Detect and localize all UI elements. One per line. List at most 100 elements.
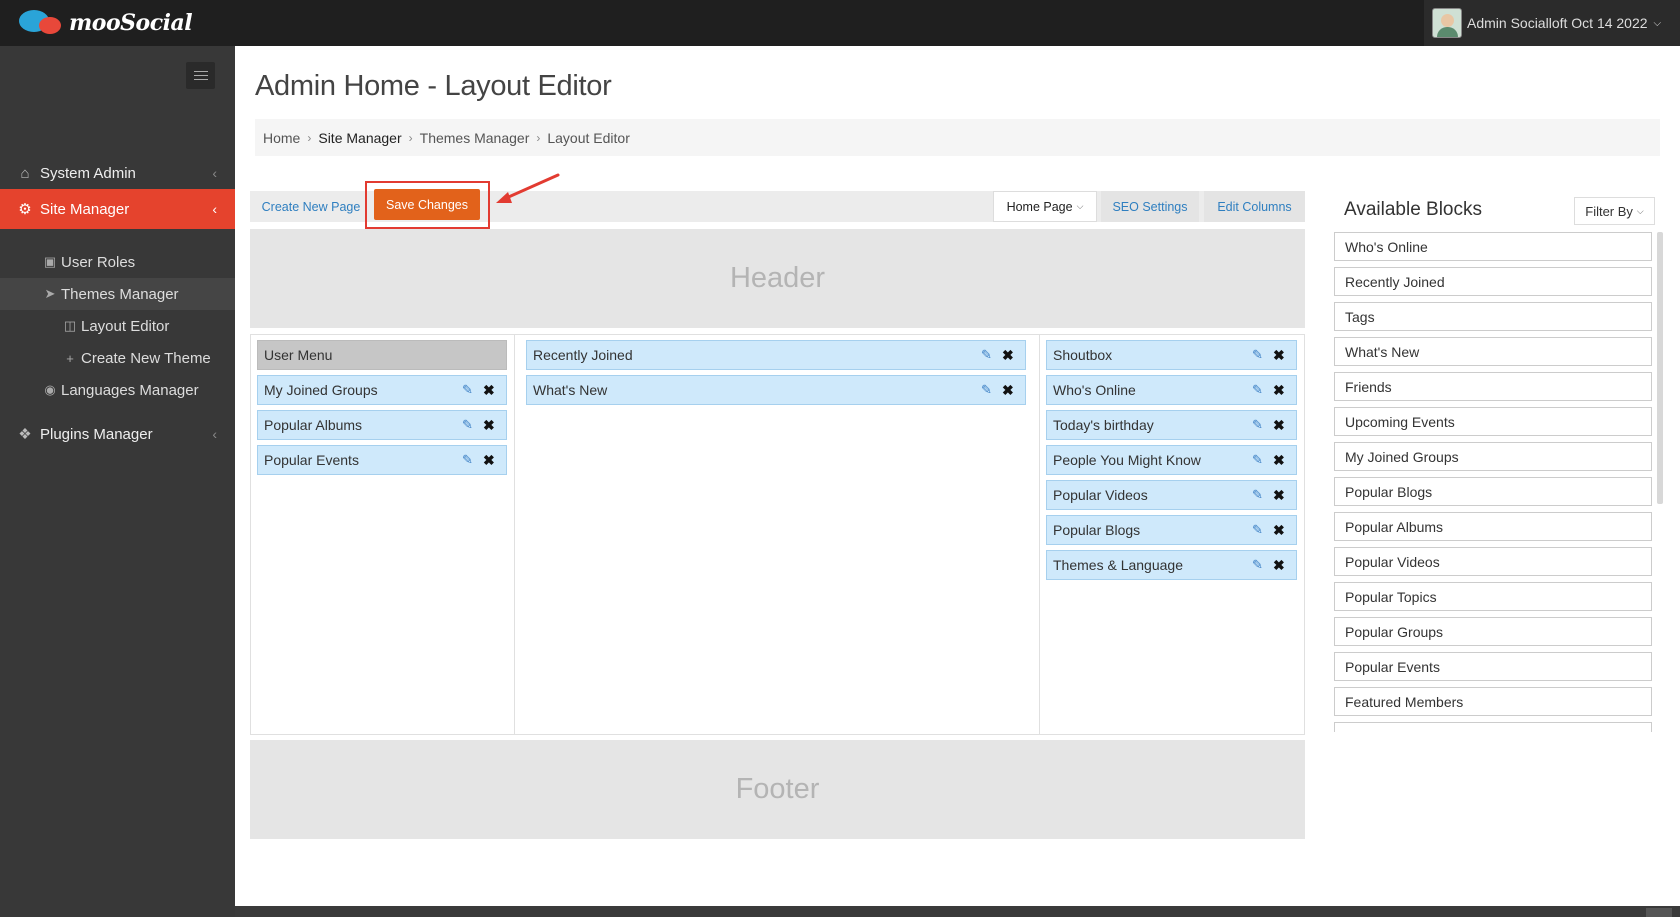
breadcrumb-layout-editor: Layout Editor xyxy=(547,129,630,146)
pencil-icon[interactable]: ✎ xyxy=(462,418,476,432)
layout-block[interactable]: Recently Joined ✎ ✖ xyxy=(526,340,1026,370)
breadcrumb-themes-manager[interactable]: Themes Manager xyxy=(420,130,530,146)
block-label: What's New xyxy=(533,382,608,398)
available-block[interactable]: What's New xyxy=(1334,337,1652,366)
sidebar-item-themes-manager[interactable]: ➤ Themes Manager xyxy=(0,278,235,310)
sidebar-item-create-new-theme[interactable]: + Create New Theme xyxy=(0,342,235,374)
pencil-icon[interactable]: ✎ xyxy=(1252,418,1266,432)
pencil-icon[interactable]: ✎ xyxy=(981,348,995,362)
edit-columns-button[interactable]: Edit Columns xyxy=(1204,191,1305,222)
sidebar-item-languages-manager[interactable]: ◉ Languages Manager xyxy=(0,374,235,406)
home-icon: ⌂ xyxy=(20,164,30,182)
save-changes-button[interactable]: Save Changes xyxy=(374,189,480,220)
brand-name: mooSocial xyxy=(69,10,193,36)
available-block-partial[interactable] xyxy=(1334,722,1652,732)
layout-block[interactable]: Popular Videos ✎ ✖ xyxy=(1046,480,1297,510)
chevron-left-icon: ‹ xyxy=(212,426,217,442)
layout-block[interactable]: Who's Online ✎ ✖ xyxy=(1046,375,1297,405)
close-icon[interactable]: ✖ xyxy=(1002,383,1016,397)
filter-by-dropdown[interactable]: Filter By ⌵ xyxy=(1574,197,1655,225)
block-label: Popular Videos xyxy=(1053,487,1148,503)
available-block[interactable]: Who's Online xyxy=(1334,232,1652,261)
pencil-icon[interactable]: ✎ xyxy=(1252,383,1266,397)
layout-block[interactable]: My Joined Groups ✎ ✖ xyxy=(257,375,507,405)
user-menu[interactable]: Admin Socialloft Oct 14 2022 ⌵ xyxy=(1424,0,1680,46)
close-icon[interactable]: ✖ xyxy=(1002,348,1016,362)
pencil-icon[interactable]: ✎ xyxy=(981,383,995,397)
footer-region[interactable]: Footer xyxy=(250,740,1305,839)
page-title: Admin Home - Layout Editor xyxy=(255,70,612,102)
available-block[interactable]: Popular Albums xyxy=(1334,512,1652,541)
close-icon[interactable]: ✖ xyxy=(483,418,497,432)
column-divider xyxy=(1039,335,1040,734)
column-divider xyxy=(514,335,515,734)
breadcrumb-home[interactable]: Home xyxy=(263,130,300,146)
layout-block[interactable]: What's New ✎ ✖ xyxy=(526,375,1026,405)
block-label: User Menu xyxy=(264,347,333,363)
plug-icon: ❖ xyxy=(18,426,32,443)
available-block[interactable]: My Joined Groups xyxy=(1334,442,1652,471)
menu-toggle-icon[interactable] xyxy=(186,62,215,89)
sidebar-item-label: Themes Manager xyxy=(61,285,179,303)
block-label: Shoutbox xyxy=(1053,347,1113,363)
block-label: Recently Joined xyxy=(533,347,633,363)
close-icon[interactable]: ✖ xyxy=(1273,418,1287,432)
sidebar-item-layout-editor[interactable]: ◫ Layout Editor xyxy=(0,310,235,342)
breadcrumb-site-manager[interactable]: Site Manager xyxy=(318,130,401,146)
globe-icon: ◉ xyxy=(44,382,56,397)
pencil-icon[interactable]: ✎ xyxy=(1252,558,1266,572)
available-block[interactable]: Popular Topics xyxy=(1334,582,1652,611)
close-icon[interactable]: ✖ xyxy=(1273,383,1287,397)
sidebar-item-site-manager[interactable]: ⚙ Site Manager ‹ xyxy=(0,189,235,229)
close-icon[interactable]: ✖ xyxy=(1273,558,1287,572)
available-block[interactable]: Tags xyxy=(1334,302,1652,331)
available-block[interactable]: Upcoming Events xyxy=(1334,407,1652,436)
pencil-icon[interactable]: ✎ xyxy=(462,453,476,467)
available-block[interactable]: Recently Joined xyxy=(1334,267,1652,296)
block-label: Popular Albums xyxy=(264,417,363,433)
chevron-down-icon: ⌵ xyxy=(1636,205,1644,216)
horizontal-scrollbar[interactable] xyxy=(235,906,1680,917)
available-block[interactable]: Popular Groups xyxy=(1334,617,1652,646)
sidebar-item-label: Languages Manager xyxy=(61,381,199,399)
brand-logo[interactable]: mooSocial xyxy=(19,8,193,38)
pencil-icon[interactable]: ✎ xyxy=(462,383,476,397)
layout-block[interactable]: Popular Blogs ✎ ✖ xyxy=(1046,515,1297,545)
layout-block[interactable]: Today's birthday ✎ ✖ xyxy=(1046,410,1297,440)
sidebar-item-label: System Admin xyxy=(40,164,136,182)
block-label: My Joined Groups xyxy=(264,382,378,398)
layout-block[interactable]: Popular Events ✎ ✖ xyxy=(257,445,507,475)
available-block[interactable]: Popular Videos xyxy=(1334,547,1652,576)
block-user-menu[interactable]: User Menu xyxy=(257,340,507,370)
close-icon[interactable]: ✖ xyxy=(1273,348,1287,362)
available-block[interactable]: Featured Members xyxy=(1334,687,1652,716)
top-bar: mooSocial Admin Socialloft Oct 14 2022 ⌵ xyxy=(0,0,1680,46)
header-region[interactable]: Header xyxy=(250,229,1305,328)
close-icon[interactable]: ✖ xyxy=(1273,523,1287,537)
available-block[interactable]: Popular Events xyxy=(1334,652,1652,681)
annotation-arrow-icon xyxy=(496,173,560,203)
seo-settings-button[interactable]: SEO Settings xyxy=(1101,191,1199,222)
close-icon[interactable]: ✖ xyxy=(483,453,497,467)
close-icon[interactable]: ✖ xyxy=(1273,453,1287,467)
layout-block[interactable]: Popular Albums ✎ ✖ xyxy=(257,410,507,440)
sidebar-item-user-roles[interactable]: ▣ User Roles xyxy=(0,246,235,278)
sidebar-item-label: Layout Editor xyxy=(81,317,170,335)
layout-block[interactable]: People You Might Know ✎ ✖ xyxy=(1046,445,1297,475)
available-block[interactable]: Friends xyxy=(1334,372,1652,401)
layout-block[interactable]: Themes & Language ✎ ✖ xyxy=(1046,550,1297,580)
pencil-icon[interactable]: ✎ xyxy=(1252,488,1266,502)
sidebar-item-system-admin[interactable]: ⌂ System Admin ‹ xyxy=(0,153,235,193)
page-select-dropdown[interactable]: Home Page ⌵ xyxy=(993,191,1097,222)
create-new-page-button[interactable]: Create New Page xyxy=(250,191,372,222)
close-icon[interactable]: ✖ xyxy=(1273,488,1287,502)
sidebar-item-plugins-manager[interactable]: ❖ Plugins Manager ‹ xyxy=(0,414,235,454)
pencil-icon[interactable]: ✎ xyxy=(1252,523,1266,537)
layout-block[interactable]: Shoutbox ✎ ✖ xyxy=(1046,340,1297,370)
pencil-icon[interactable]: ✎ xyxy=(1252,348,1266,362)
rocket-icon: ➤ xyxy=(44,286,56,301)
close-icon[interactable]: ✖ xyxy=(483,383,497,397)
pencil-icon[interactable]: ✎ xyxy=(1252,453,1266,467)
available-blocks-scrollbar[interactable] xyxy=(1657,232,1663,504)
available-block[interactable]: Popular Blogs xyxy=(1334,477,1652,506)
